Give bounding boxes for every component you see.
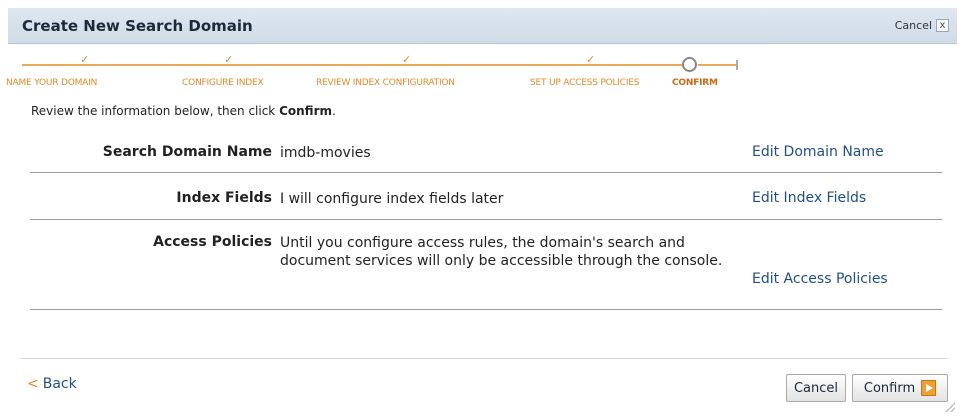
step-name-your-domain: NAME YOUR DOMAIN	[6, 78, 98, 88]
edit-domain-name-link[interactable]: Edit Domain Name	[752, 144, 884, 160]
progress-end-tick	[736, 60, 738, 70]
edit-index-fields-link[interactable]: Edit Index Fields	[752, 190, 866, 206]
review-value: Until you configure access rules, the do…	[280, 235, 723, 269]
instructions-prefix: Review the information below, then click	[31, 104, 280, 118]
top-cancel-button[interactable]: Cancel x	[895, 19, 949, 32]
review-label: Search Domain Name	[102, 144, 272, 160]
create-search-domain-dialog: Create New Search Domain Cancel x ✓ ✓ ✓ …	[0, 0, 961, 418]
back-link[interactable]: < Back	[27, 376, 77, 392]
dialog-titlebar: Create New Search Domain Cancel x	[8, 8, 957, 44]
back-arrow-icon: <	[27, 376, 39, 392]
review-table: Search Domain Name imdb-movies Edit Doma…	[30, 133, 942, 310]
play-arrow-icon	[921, 380, 937, 396]
confirm-button[interactable]: Confirm	[852, 374, 948, 402]
current-step-circle-icon	[682, 57, 697, 72]
instructions-suffix: .	[332, 104, 336, 118]
wizard-progress: ✓ ✓ ✓ ✓ NAME YOUR DOMAIN CONFIGURE INDEX…	[6, 52, 762, 92]
confirm-button-label: Confirm	[863, 380, 916, 396]
dialog-title: Create New Search Domain	[22, 17, 253, 35]
close-icon[interactable]: x	[936, 19, 949, 32]
footer-divider	[20, 358, 948, 359]
review-label: Index Fields	[176, 190, 272, 206]
step-2-check-icon: ✓	[224, 53, 234, 66]
review-value: I will configure index fields later	[280, 191, 504, 207]
review-label: Access Policies	[153, 234, 272, 250]
step-review-index-configuration: REVIEW INDEX CONFIGURATION	[316, 78, 455, 88]
step-4-check-icon: ✓	[586, 53, 596, 66]
top-cancel-label: Cancel	[894, 19, 932, 32]
progress-line-end	[698, 64, 736, 66]
step-set-up-access-policies: SET UP ACCESS POLICIES	[530, 78, 640, 88]
cancel-button-label: Cancel	[793, 380, 839, 396]
step-configure-index: CONFIGURE INDEX	[182, 78, 264, 88]
review-row-access-policies: Access Policies Until you configure acce…	[30, 220, 942, 310]
edit-access-policies-link[interactable]: Edit Access Policies	[752, 271, 888, 287]
back-label: Back	[42, 376, 77, 392]
resize-handle-icon[interactable]	[945, 402, 955, 412]
instructions-emphasis: Confirm	[279, 104, 332, 118]
review-row-domain-name: Search Domain Name imdb-movies Edit Doma…	[30, 133, 942, 173]
cancel-button[interactable]: Cancel	[786, 374, 846, 402]
review-value: imdb-movies	[280, 145, 371, 161]
step-3-check-icon: ✓	[402, 53, 412, 66]
progress-line	[22, 64, 682, 66]
step-1-check-icon: ✓	[80, 53, 90, 66]
review-row-index-fields: Index Fields I will configure index fiel…	[30, 173, 942, 220]
step-confirm: CONFIRM	[672, 78, 718, 88]
instructions-text: Review the information below, then click…	[31, 104, 336, 118]
